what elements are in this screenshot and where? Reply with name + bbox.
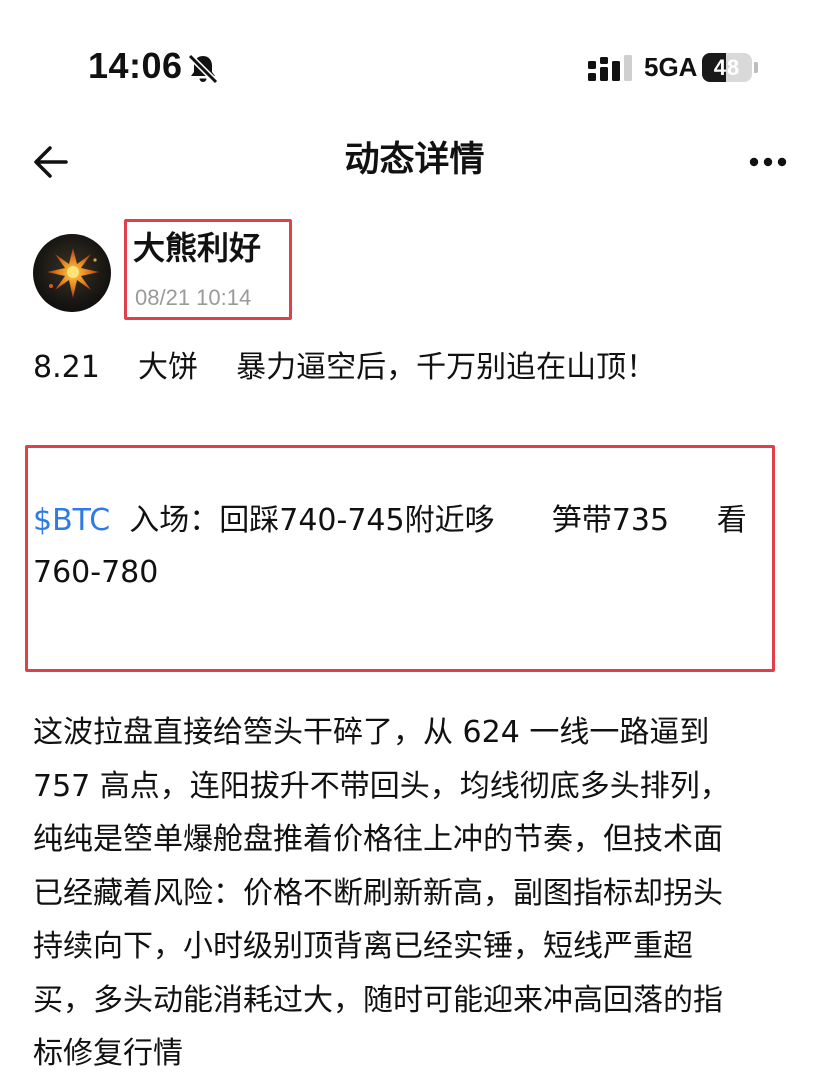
- battery-indicator: 48: [702, 53, 758, 82]
- nav-bar: 动态详情: [0, 110, 829, 210]
- author-name[interactable]: 大熊利好: [133, 226, 261, 270]
- ticker-link[interactable]: $BTC: [33, 503, 110, 538]
- network-label: 5GA: [644, 52, 698, 82]
- post-time: 08/21 10:14: [135, 285, 252, 310]
- body-line: 纯纯是箜单爆舱盘推着价格往上冲的节奏，但技术面: [33, 822, 723, 857]
- page-title: 动态详情: [344, 140, 485, 180]
- body-line: 标修复行情: [33, 1036, 183, 1071]
- post-headline: 8.21 大饼 暴力逼空后，千万别追在山顶！: [33, 350, 657, 385]
- body-line: 买，多头动能消耗过大，随时可能迎来冲高回落的指: [33, 982, 723, 1018]
- signal-entry-text: 入场：回踩740-745附近哆 笋带735 看: [110, 503, 747, 538]
- status-bar: 14:06 5GA 48: [0, 0, 829, 110]
- status-time: 14:06: [88, 45, 183, 86]
- battery-body: 48: [702, 53, 752, 82]
- post-body: 这波拉盘直接给箜头干碎了，从 624 一线一路逼到 757 高点，连阳拔升不带回…: [33, 706, 803, 1081]
- bell-muted-icon: [187, 53, 219, 85]
- body-line: 已经藏着风险：价格不断刷新新高，副图指标却拐头: [33, 875, 723, 911]
- signal-line: $BTC 入场：回踩740-745附近哆 笋带735 看: [33, 498, 747, 544]
- body-line: 这波拉盘直接给箜头干碎了，从 624 一线一路逼到: [33, 715, 710, 750]
- battery-level: 48: [713, 55, 741, 80]
- avatar[interactable]: [33, 234, 111, 312]
- signal-icon: [588, 55, 632, 81]
- body-line: 持续向下，小时级别顶背离已经实锤，短线严重超: [33, 929, 693, 964]
- signal-target-text: 760-780: [33, 555, 159, 590]
- more-dots-icon[interactable]: [744, 148, 792, 176]
- battery-cap: [754, 62, 758, 73]
- body-line: 757 高点，连阳拔升不带回头，均线彻底多头排列，: [33, 768, 730, 804]
